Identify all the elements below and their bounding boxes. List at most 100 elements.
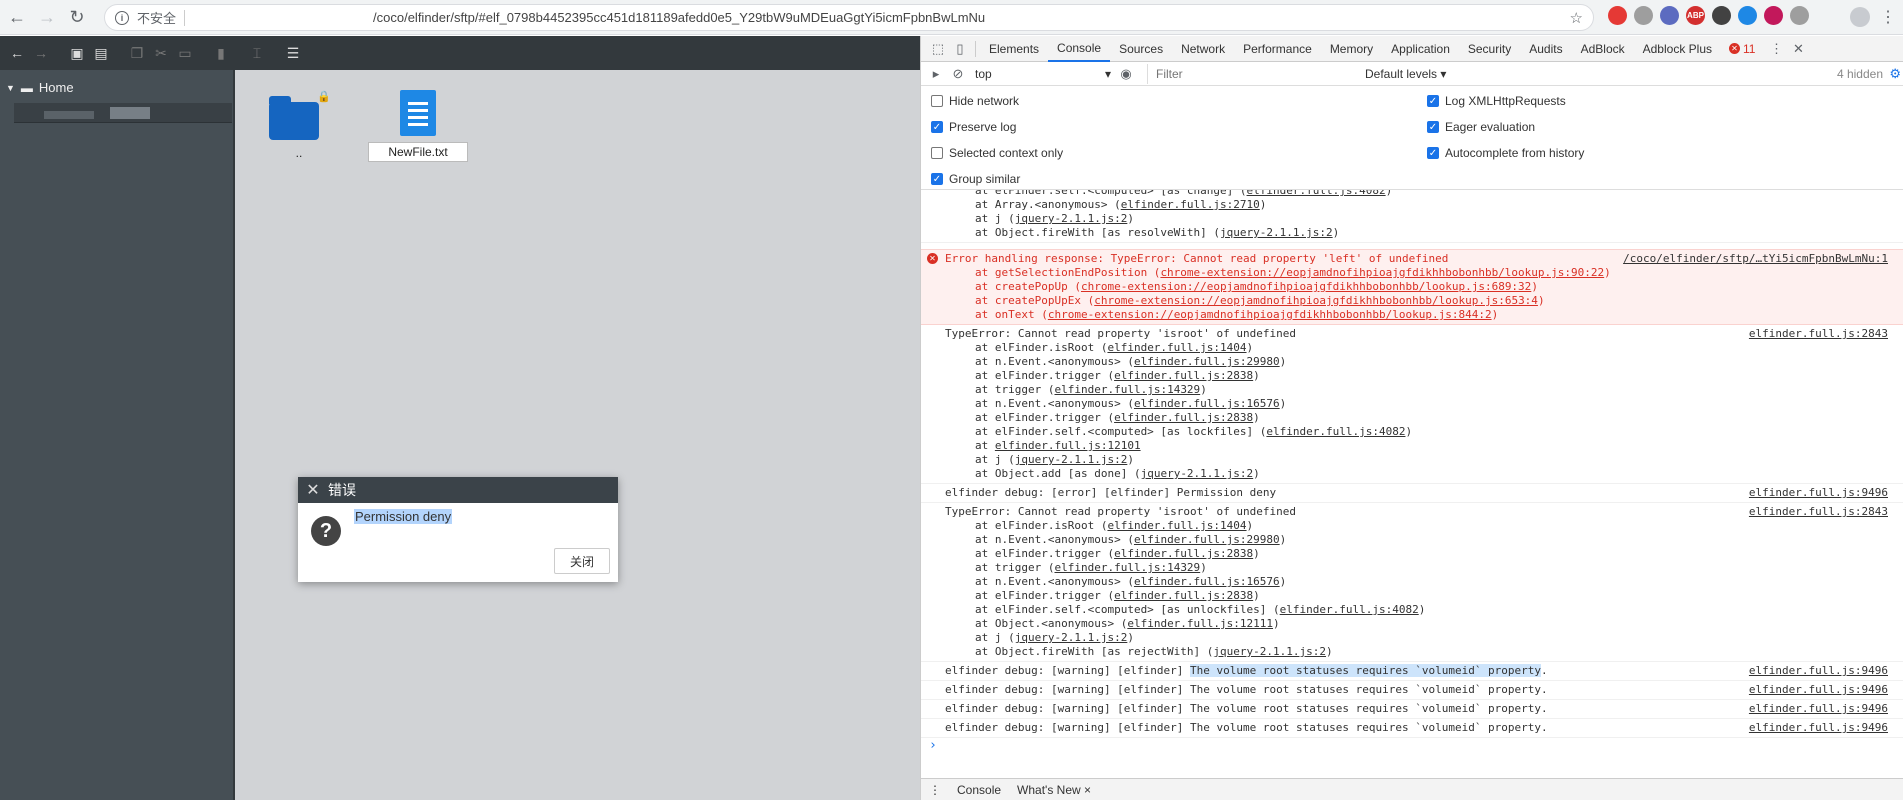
context-select[interactable]: top ▾ — [975, 67, 1115, 81]
gear-icon[interactable]: ⚙ — [1889, 66, 1901, 82]
source-link[interactable]: elfinder.full.js:1404 — [1107, 341, 1246, 354]
source-link[interactable]: elfinder.full.js:2838 — [1114, 547, 1253, 560]
tree-item[interactable] — [14, 103, 232, 123]
tab-adblock[interactable]: AdBlock — [1572, 36, 1634, 62]
extension-icon[interactable]: ABP — [1686, 6, 1705, 25]
preserve-log-checkbox[interactable]: ✓ Preserve log — [931, 120, 1016, 134]
url-text[interactable]: /coco/elfinder/sftp/#elf_0798b4452395cc4… — [373, 10, 985, 25]
source-link[interactable]: chrome-extension://eopjamdnofihpioajgfdi… — [1094, 294, 1538, 307]
tab-adblock-plus[interactable]: Adblock Plus — [1634, 36, 1721, 62]
source-link[interactable]: elfinder.full.js:12101 — [995, 439, 1141, 452]
close-devtools-icon[interactable]: ✕ — [1787, 38, 1809, 60]
source-link[interactable]: jquery-2.1.1.js:2 — [1213, 645, 1326, 658]
file-item-parent[interactable]: 🔒 .. — [269, 91, 331, 160]
source-link[interactable]: elfinder.full.js:14329 — [1054, 561, 1200, 574]
more-icon[interactable]: ⋮ — [1765, 38, 1787, 60]
tab-audits[interactable]: Audits — [1520, 36, 1571, 62]
tab-security[interactable]: Security — [1459, 36, 1520, 62]
address-bar[interactable]: i 不安全 /coco/elfinder/sftp/#elf_0798b4452… — [104, 4, 1594, 31]
source-link[interactable]: elfinder.full.js:16576 — [1134, 397, 1280, 410]
extension-icon[interactable] — [1634, 6, 1653, 25]
source-link[interactable]: elfinder.full.js:4082 — [1247, 190, 1386, 197]
new-file-icon[interactable]: ▤ — [90, 42, 112, 64]
console-output[interactable]: at elFinder.self.<computed> [as change] … — [921, 190, 1903, 778]
source-link[interactable]: elfinder.full.js:2843 — [1749, 505, 1888, 519]
console-prompt[interactable]: › — [921, 738, 1903, 753]
source-link[interactable]: elfinder.full.js:9496 — [1749, 702, 1888, 716]
paste-icon[interactable]: ▭ — [174, 42, 196, 64]
source-link[interactable]: chrome-extension://eopjamdnofihpioajgfdi… — [1048, 308, 1492, 321]
forward-icon[interactable]: → — [30, 42, 52, 64]
clear-console-icon[interactable]: ⊘ — [947, 63, 969, 85]
caret-down-icon[interactable]: ▼ — [6, 83, 15, 93]
tab-elements[interactable]: Elements — [980, 36, 1048, 62]
source-link[interactable]: elfinder.full.js:2838 — [1114, 589, 1253, 602]
tab-network[interactable]: Network — [1172, 36, 1234, 62]
source-link[interactable]: jquery-2.1.1.js:2 — [1141, 467, 1254, 480]
source-link[interactable]: elfinder.full.js:2838 — [1114, 411, 1253, 424]
source-link[interactable]: elfinder.full.js:16576 — [1134, 575, 1280, 588]
drawer-tab[interactable]: What's New × — [1009, 783, 1099, 797]
drawer-tab[interactable]: Console — [949, 783, 1009, 797]
source-link[interactable]: elfinder.full.js:29980 — [1134, 533, 1280, 546]
extension-icon[interactable] — [1764, 6, 1783, 25]
source-link[interactable]: jquery-2.1.1.js:2 — [1015, 212, 1128, 225]
source-link[interactable]: elfinder.full.js:29980 — [1134, 355, 1280, 368]
source-link[interactable]: elfinder.full.js:2838 — [1114, 369, 1253, 382]
tab-sources[interactable]: Sources — [1110, 36, 1172, 62]
source-link[interactable]: chrome-extension://eopjamdnofihpioajgfdi… — [1081, 280, 1531, 293]
tab-performance[interactable]: Performance — [1234, 36, 1321, 62]
device-toolbar-icon[interactable]: ▯ — [949, 38, 971, 60]
source-link[interactable]: elfinder.full.js:14329 — [1054, 383, 1200, 396]
levels-dropdown[interactable]: Default levels ▾ — [1365, 67, 1446, 81]
hide-network-checkbox[interactable]: Hide network — [931, 94, 1019, 108]
tab-memory[interactable]: Memory — [1321, 36, 1382, 62]
source-link[interactable]: chrome-extension://eopjamdnofihpioajgfdi… — [1160, 266, 1604, 279]
forward-button[interactable]: → — [34, 4, 60, 30]
log-xhr-checkbox[interactable]: ✓ Log XMLHttpRequests — [1427, 94, 1566, 108]
file-item-newfile[interactable]: NewFile.txt — [368, 90, 468, 162]
tab-console[interactable]: Console — [1048, 36, 1111, 62]
close-icon[interactable]: ✕ — [298, 480, 328, 500]
eager-eval-checkbox[interactable]: ✓ Eager evaluation — [1427, 120, 1535, 134]
source-link[interactable]: jquery-2.1.1.js:2 — [1015, 631, 1128, 644]
error-count-badge[interactable]: ✕ 11 — [1729, 42, 1755, 56]
source-link[interactable]: elfinder.full.js:12111 — [1127, 617, 1273, 630]
source-link[interactable]: elfinder.full.js:4082 — [1280, 603, 1419, 616]
cut-icon[interactable]: ✂ — [150, 42, 172, 64]
back-button[interactable]: ← — [4, 4, 30, 30]
extension-icon[interactable] — [1608, 6, 1627, 25]
rename-icon[interactable]: ⌶ — [246, 42, 268, 64]
extension-icon[interactable] — [1660, 6, 1679, 25]
close-button[interactable]: 关闭 — [554, 548, 610, 574]
new-folder-icon[interactable]: ▣ — [66, 42, 88, 64]
selected-context-checkbox[interactable]: Selected context only — [931, 146, 1063, 160]
source-link[interactable]: elfinder.full.js:1404 — [1107, 519, 1246, 532]
autocomplete-checkbox[interactable]: ✓ Autocomplete from history — [1427, 146, 1584, 160]
source-link[interactable]: elfinder.full.js:9496 — [1749, 664, 1888, 678]
bookmark-star-icon[interactable]: ☆ — [1570, 9, 1583, 27]
source-link[interactable]: elfinder.full.js:2843 — [1749, 327, 1888, 341]
eye-icon[interactable]: ◉ — [1115, 63, 1137, 85]
drawer-menu-icon[interactable]: ⋮ — [921, 783, 949, 797]
source-link[interactable]: elfinder.full.js:9496 — [1749, 721, 1888, 735]
source-link[interactable]: elfinder.full.js:9496 — [1749, 683, 1888, 697]
source-link[interactable]: elfinder.full.js:2710 — [1121, 198, 1260, 211]
back-icon[interactable]: ← — [6, 42, 28, 64]
reload-button[interactable]: ↻ — [64, 4, 90, 30]
extension-icon[interactable] — [1712, 6, 1731, 25]
sidebar-toggle-icon[interactable]: ▸ — [925, 63, 947, 85]
tab-application[interactable]: Application — [1382, 36, 1459, 62]
file-area[interactable]: 🔒 .. NewFile.txt — [237, 70, 920, 800]
menu-icon[interactable]: ⋮ — [1880, 7, 1896, 27]
avatar[interactable] — [1850, 7, 1870, 27]
tree-home[interactable]: ▼ ▬ Home — [0, 70, 233, 95]
group-similar-checkbox[interactable]: ✓ Group similar — [931, 172, 1020, 186]
source-link[interactable]: jquery-2.1.1.js:2 — [1220, 226, 1333, 239]
info-icon[interactable]: i — [115, 10, 129, 25]
inspect-icon[interactable]: ⬚ — [927, 38, 949, 60]
extension-icon[interactable] — [1790, 6, 1809, 25]
source-link[interactable]: elfinder.full.js:9496 — [1749, 486, 1888, 500]
extension-icon[interactable] — [1738, 6, 1757, 25]
list-view-icon[interactable]: ☰ — [282, 42, 304, 64]
